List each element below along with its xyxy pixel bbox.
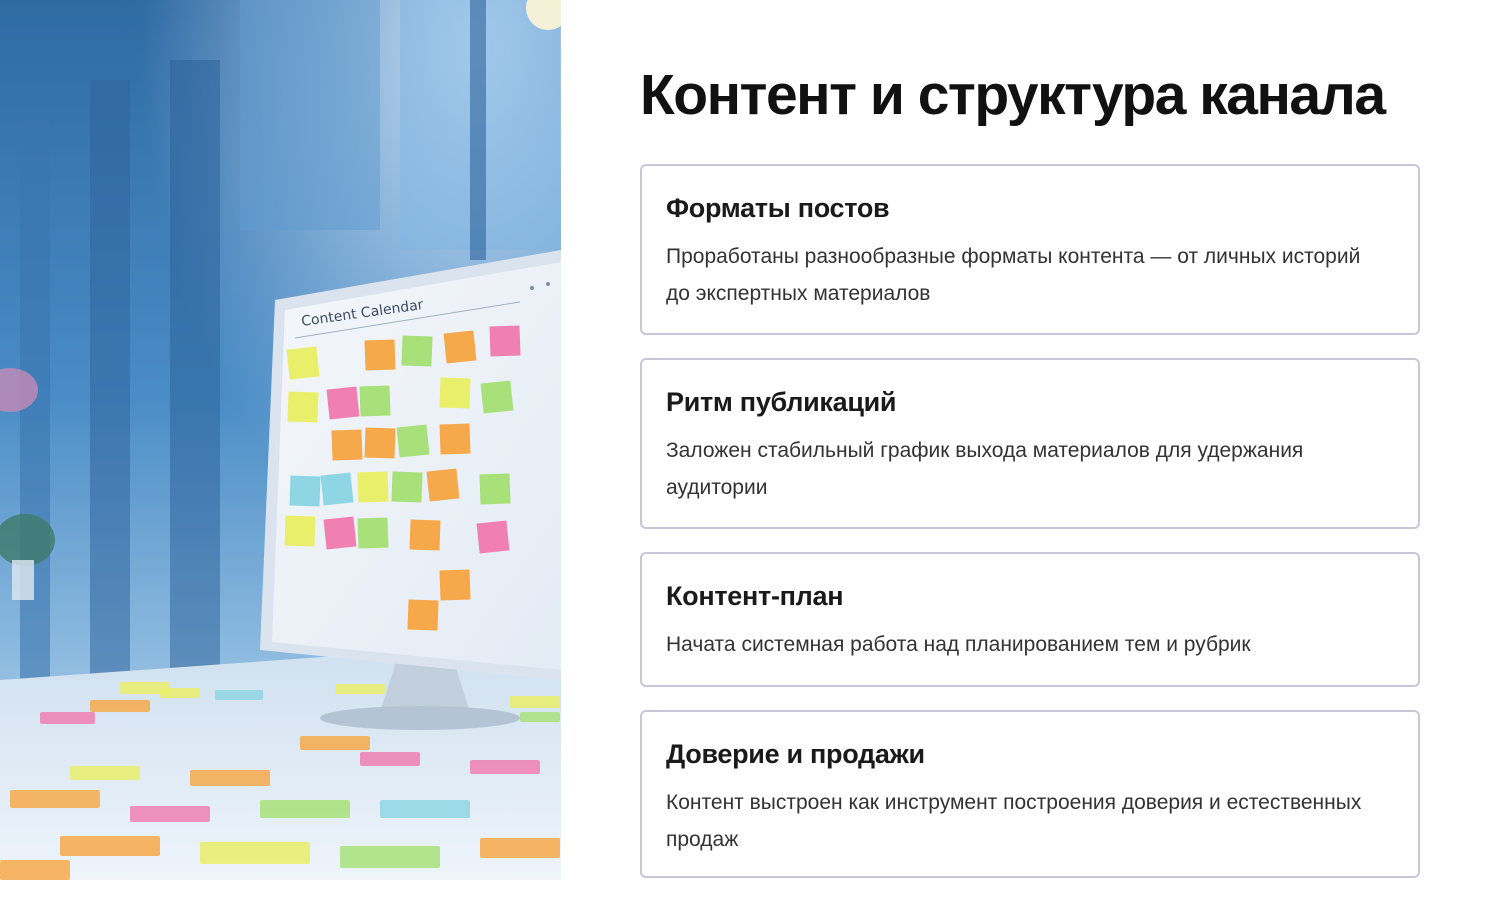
card-title: Контент-план — [666, 581, 844, 611]
desk-sticky-note — [160, 688, 200, 698]
sticky-note — [284, 515, 316, 547]
desk-sticky-note — [200, 842, 310, 864]
sticky-note — [439, 423, 471, 455]
sticky-note — [331, 429, 363, 461]
card-text: Контент выстроен как инструмент построен… — [666, 791, 1362, 851]
sticky-note — [359, 385, 391, 417]
desk-sticky-note — [520, 712, 560, 722]
desk-sticky-note — [380, 800, 470, 818]
sticky-note — [357, 517, 389, 549]
sticky-note — [323, 516, 357, 550]
card-title: Форматы постов — [666, 193, 890, 223]
card-trust-and-sales: Доверие и продажи Контент выстроен как и… — [640, 710, 1420, 878]
content-panel: Контент и структура канала Форматы посто… — [640, 0, 1440, 880]
desk-sticky-note — [60, 836, 160, 856]
desk-sticky-note — [260, 800, 350, 818]
sticky-note — [364, 339, 396, 371]
sticky-note — [479, 473, 511, 505]
card-title: Доверие и продажи — [666, 739, 925, 769]
sticky-note — [476, 520, 510, 554]
card-title: Ритм публикаций — [666, 387, 897, 417]
sticky-note — [289, 475, 321, 507]
sticky-note — [287, 391, 319, 423]
page-title: Контент и структура канала — [640, 63, 1386, 127]
card-content-plan: Контент-план Начата системная работа над… — [640, 552, 1420, 687]
sticky-note — [407, 599, 439, 631]
desk-sticky-note — [190, 770, 270, 786]
card-text: Проработаны разнообразные форматы контен… — [666, 245, 1361, 305]
card-text: Заложен стабильный график выхода материа… — [666, 439, 1304, 499]
desk-sticky-note — [10, 790, 100, 808]
sticky-note — [439, 569, 471, 601]
desk-sticky-note — [335, 684, 385, 694]
card-text: Начата системная работа над планирование… — [666, 633, 1251, 656]
sticky-note — [326, 386, 360, 420]
desk-sticky-note — [130, 806, 210, 822]
desk-sticky-note — [470, 760, 540, 774]
sticky-note — [439, 377, 471, 409]
desk-sticky-note — [360, 752, 420, 766]
sticky-note — [480, 380, 514, 414]
sticky-note — [320, 472, 354, 506]
sticky-note — [443, 330, 477, 364]
desk-sticky-note — [40, 712, 95, 724]
card-post-formats: Форматы постов Проработаны разнообразные… — [640, 164, 1420, 335]
sticky-note — [426, 468, 460, 502]
desk-sticky-note — [0, 860, 70, 880]
desk-sticky-note — [300, 736, 370, 750]
sticky-note — [364, 427, 396, 459]
sticky-note — [396, 424, 430, 458]
desk-sticky-note — [510, 696, 560, 708]
sticky-note — [357, 471, 389, 503]
sticky-note — [489, 325, 521, 357]
desk-sticky-note — [90, 700, 150, 712]
desk-sticky-note — [70, 766, 140, 780]
sticky-note — [391, 471, 423, 503]
desk-sticky-note — [340, 846, 440, 868]
desk-sticky-note — [480, 838, 560, 858]
cards-list: Форматы постов Проработаны разнообразные… — [640, 164, 1420, 901]
card-publication-rhythm: Ритм публикаций Заложен стабильный графи… — [640, 358, 1420, 529]
sticky-note — [286, 346, 320, 380]
sticky-note — [401, 335, 433, 367]
content-calendar-illustration: Content Calendar — [0, 0, 561, 880]
desk-sticky-note — [215, 690, 263, 700]
sticky-note — [409, 519, 441, 551]
